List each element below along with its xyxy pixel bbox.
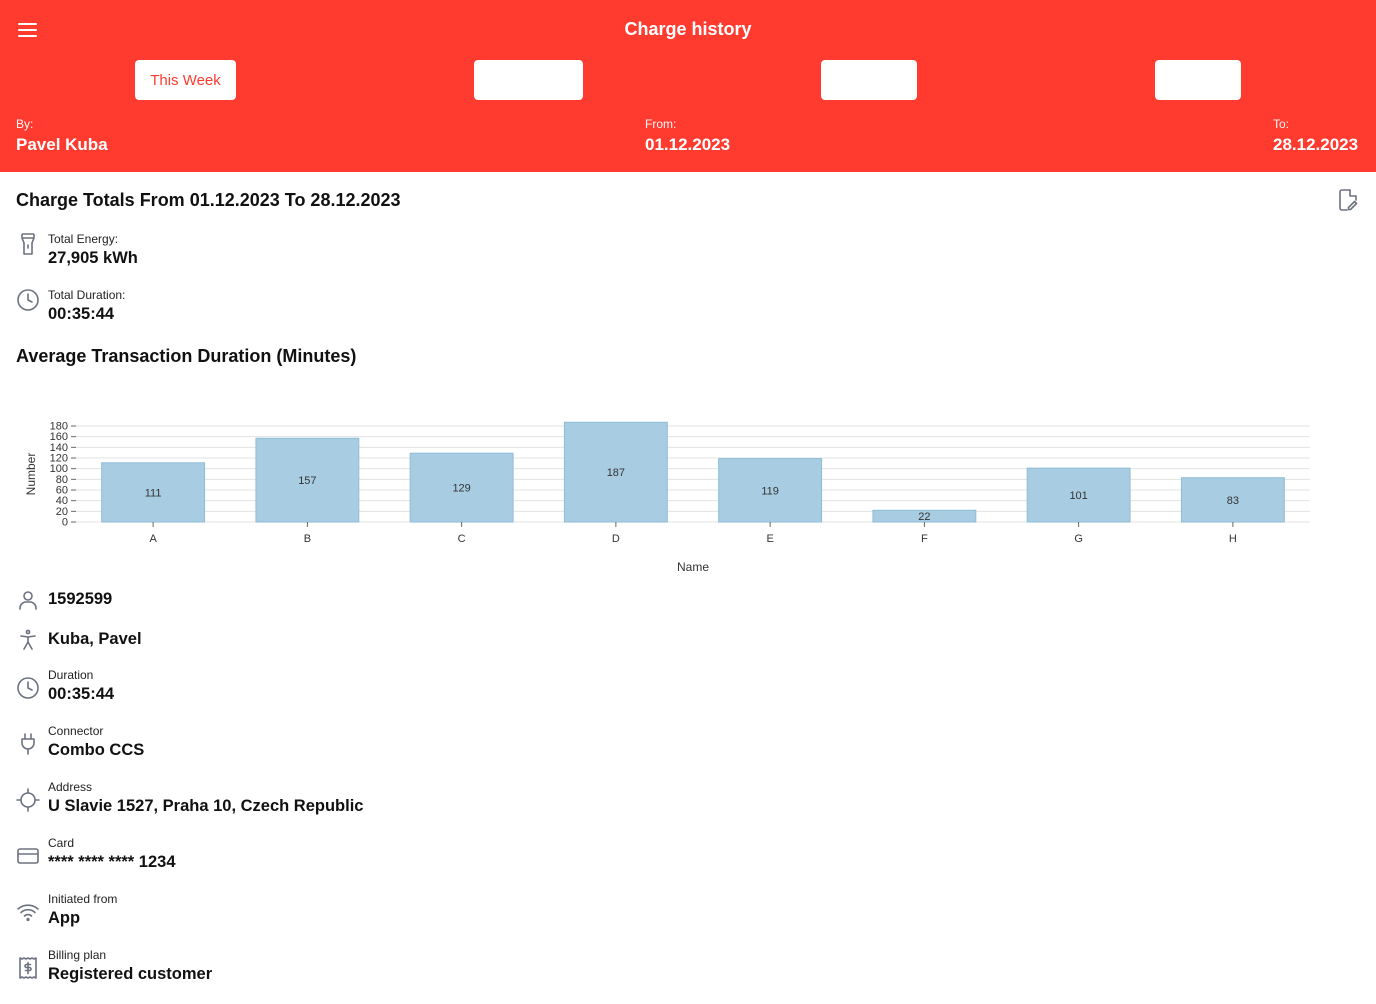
- from-label: From:: [645, 117, 677, 131]
- plug-icon: [21, 733, 35, 755]
- billing-row: Billing plan Registered customer: [16, 948, 212, 984]
- y-tick-label: 60: [56, 485, 68, 497]
- chart-title: Average Transaction Duration (Minutes): [16, 346, 357, 366]
- x-tick-label: F: [921, 533, 928, 545]
- card-label: Card: [48, 836, 75, 850]
- data-label: 83: [1227, 495, 1239, 507]
- total-energy-value: 27,905 kWh: [48, 249, 138, 267]
- x-tick-label: H: [1229, 533, 1237, 545]
- to-label: To:: [1273, 117, 1290, 131]
- y-tick-label: 120: [50, 453, 68, 465]
- y-tick-label: 180: [50, 421, 68, 433]
- filter-from: From: 01.12.2023: [645, 117, 730, 155]
- connector-row: Connector Combo CCS: [16, 724, 144, 760]
- duration-bar-chart: 020406080100120140160180 Number 111 A 157 B 12…: [24, 421, 1310, 574]
- by-label: By:: [16, 117, 34, 131]
- filter-to: To: 28.12.2023: [1273, 117, 1358, 155]
- data-label: 157: [298, 475, 316, 487]
- x-tick-label: A: [149, 533, 157, 545]
- wifi-icon: [17, 904, 39, 922]
- y-tick-label: 80: [56, 474, 68, 486]
- connector-value: Combo CCS: [48, 741, 145, 759]
- y-tick-label: 160: [50, 431, 68, 443]
- duration-value: 00:35:44: [48, 685, 115, 703]
- total-energy: Total Energy: 27,905 kWh: [16, 232, 138, 268]
- total-duration-value: 00:35:44: [48, 305, 115, 323]
- crosshair-icon: [16, 788, 40, 812]
- total-energy-label: Total Energy:: [48, 232, 119, 246]
- address-label: Address: [48, 780, 93, 794]
- y-tick-label: 40: [56, 495, 68, 507]
- user-id-row: 1592599: [16, 588, 112, 612]
- connector-label: Connector: [48, 724, 104, 738]
- initiated-label: Initiated from: [48, 892, 118, 906]
- x-tick-label: G: [1074, 533, 1083, 545]
- page-title: Charge history: [624, 19, 752, 39]
- from-value: 01.12.2023: [645, 135, 731, 154]
- total-duration-label: Total Duration:: [48, 288, 126, 302]
- flashlight-icon: [21, 233, 35, 255]
- to-value: 28.12.2023: [1273, 135, 1359, 154]
- x-tick-label: D: [612, 533, 620, 545]
- x-tick-label: C: [458, 533, 466, 545]
- address-row: Address U Slavie 1527, Praha 10, Czech R…: [16, 780, 363, 816]
- duration-row: Duration 00:35:44: [16, 668, 114, 704]
- y-tick-label: 20: [56, 506, 68, 518]
- data-label: 119: [761, 485, 779, 497]
- data-label: 187: [607, 467, 625, 479]
- initiated-row: Initiated from App: [16, 892, 117, 928]
- x-tick-label: B: [304, 533, 311, 545]
- user-name-value: Kuba, Pavel: [48, 630, 142, 648]
- card-row: Card **** **** **** 1234: [16, 836, 176, 872]
- export-pdf-icon[interactable]: [1336, 188, 1360, 212]
- duration-label: Duration: [48, 668, 94, 682]
- y-tick-label: 140: [50, 442, 68, 454]
- data-label: 129: [452, 483, 470, 495]
- billing-value: Registered customer: [48, 965, 213, 983]
- filter-by: By: Pavel Kuba: [16, 117, 108, 155]
- user-id-value: 1592599: [48, 590, 113, 608]
- total-duration: Total Duration: 00:35:44: [16, 288, 125, 324]
- initiated-value: App: [48, 909, 81, 927]
- billing-label: Billing plan: [48, 948, 107, 962]
- user-name-row: Kuba, Pavel: [16, 628, 142, 652]
- period-button-4[interactable]: [1155, 60, 1241, 100]
- period-button-2[interactable]: [474, 60, 583, 100]
- data-label: 111: [145, 487, 162, 499]
- clock-icon: [17, 677, 39, 699]
- app-header: Charge history This Week By: Pavel Kuba …: [0, 0, 1376, 172]
- by-value: Pavel Kuba: [16, 135, 108, 154]
- y-tick-label: 100: [50, 463, 68, 475]
- y-tick-label: 0: [62, 517, 68, 529]
- person-icon: [19, 591, 37, 610]
- card-value: **** **** **** 1234: [48, 853, 176, 871]
- data-label: 101: [1069, 490, 1087, 502]
- credit-card-icon: [17, 848, 39, 864]
- y-axis-label: Number: [24, 453, 38, 496]
- totals-title: Charge Totals From 01.12.2023 To 28.12.2…: [16, 190, 401, 210]
- address-value: U Slavie 1527, Praha 10, Czech Republic: [48, 797, 364, 815]
- receipt-icon: [19, 957, 37, 979]
- accessibility-icon: [20, 629, 36, 650]
- period-button-this-week[interactable]: This Week: [135, 60, 236, 100]
- period-button-3[interactable]: [821, 60, 917, 100]
- data-label: 22: [918, 511, 930, 523]
- clock-icon: [17, 289, 39, 311]
- x-tick-label: E: [766, 533, 773, 545]
- x-axis-label: Name: [677, 560, 709, 574]
